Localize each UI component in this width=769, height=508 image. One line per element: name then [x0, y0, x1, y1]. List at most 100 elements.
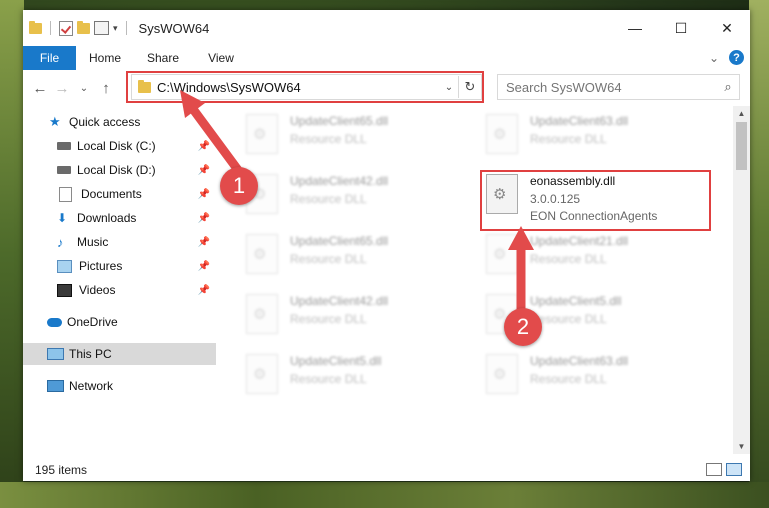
file-item[interactable]: UpdateClient21.dll Resource DLL [486, 232, 706, 282]
disk-icon [57, 166, 71, 174]
dll-file-icon [486, 354, 518, 394]
file-item[interactable]: UpdateClient65.dll Resource DLL [246, 232, 466, 282]
status-bar: 195 items [23, 458, 750, 481]
file-description: Resource DLL [290, 192, 367, 206]
tab-file[interactable]: File [23, 46, 76, 70]
computer-icon [47, 348, 64, 360]
file-description: Resource DLL [290, 372, 367, 386]
sidebar-item-quick-access[interactable]: ★ Quick access [49, 111, 216, 133]
file-name: UpdateClient63.dll [530, 114, 629, 128]
customize-icon[interactable] [94, 21, 109, 35]
tab-view[interactable]: View [192, 51, 250, 65]
pictures-icon [57, 259, 72, 273]
desktop-background-bottom [0, 482, 769, 508]
pin-icon[interactable]: 📌 [198, 237, 210, 248]
sidebar-item-label: Downloads [77, 211, 137, 225]
sidebar-item-pictures[interactable]: Pictures 📌 [57, 255, 216, 277]
sidebar-item-network[interactable]: Network [47, 375, 216, 397]
search-box[interactable]: ⌕ [497, 74, 740, 100]
document-icon [59, 186, 72, 202]
pin-icon[interactable]: 📌 [198, 261, 210, 272]
pin-icon[interactable]: 📌 [198, 189, 210, 200]
sidebar-item-label: Music [77, 235, 109, 249]
minimize-button[interactable]: — [612, 10, 658, 46]
search-input[interactable] [504, 78, 717, 96]
sidebar-item-downloads[interactable]: ⬇ Downloads 📌 [57, 207, 216, 229]
file-item[interactable]: UpdateClient42.dll Resource DLL [246, 292, 466, 342]
divider [50, 21, 51, 35]
close-button[interactable]: ✕ [704, 10, 750, 46]
toolbar-dropdown-icon[interactable]: ▾ [113, 23, 118, 34]
file-description: Resource DLL [530, 252, 607, 266]
pin-icon[interactable]: 📌 [198, 165, 210, 176]
videos-icon [57, 283, 72, 297]
quick-access-toolbar: ▾ SysWOW64 [29, 20, 210, 36]
scroll-up-icon[interactable]: ▲ [733, 109, 750, 118]
search-icon[interactable]: ⌕ [717, 79, 739, 95]
recent-locations-button[interactable]: ⌄ [73, 83, 95, 94]
sidebar-item-label: Documents [81, 187, 142, 201]
pin-icon[interactable]: 📌 [198, 285, 210, 296]
download-icon: ⬇ [57, 211, 68, 225]
file-list: UpdateClient65.dll Resource DLL UpdateCl… [216, 106, 733, 454]
sidebar-item-documents[interactable]: Documents 📌 [59, 183, 216, 205]
disk-icon [57, 142, 71, 150]
pin-icon[interactable]: 📌 [198, 213, 210, 224]
tab-home[interactable]: Home [76, 51, 134, 65]
navigation-pane: ★ Quick access Local Disk (C:) 📌 Local D… [23, 106, 216, 454]
file-name: UpdateClient42.dll [290, 294, 389, 308]
cloud-icon [47, 317, 62, 327]
dll-file-icon [246, 234, 278, 274]
folder-icon[interactable] [29, 20, 42, 34]
help-icon[interactable]: ? [729, 50, 744, 65]
window-controls: — ☐ ✕ [612, 10, 750, 46]
sidebar-item-this-pc[interactable]: This PC [23, 343, 216, 365]
up-button[interactable]: ↑ [95, 80, 117, 97]
details-view-icon[interactable] [706, 463, 722, 476]
tab-share[interactable]: Share [134, 51, 192, 65]
file-item[interactable]: UpdateClient42.dll Resource DLL [246, 172, 466, 222]
sidebar-item-local-disk-d[interactable]: Local Disk (D:) 📌 [57, 159, 216, 181]
star-icon: ★ [49, 114, 61, 129]
title-bar: ▾ SysWOW64 — ☐ ✕ [23, 10, 750, 46]
view-switcher [706, 463, 742, 476]
sidebar-item-music[interactable]: ♪ Music 📌 [57, 231, 216, 253]
sidebar-item-label: Local Disk (C:) [77, 139, 156, 153]
sidebar-item-label: Network [69, 379, 114, 393]
file-name: UpdateClient5.dll [530, 294, 622, 308]
file-name: UpdateClient65.dll [290, 234, 389, 248]
file-description: Resource DLL [290, 132, 367, 146]
file-item[interactable]: UpdateClient63.dll Resource DLL [486, 112, 706, 162]
step-badge-2: 2 [504, 308, 542, 346]
desktop-background-right [749, 0, 769, 508]
scrollbar-thumb[interactable] [736, 122, 747, 170]
back-button[interactable]: ← [29, 80, 51, 97]
file-highlight-box [480, 170, 711, 231]
sidebar-item-local-disk-c[interactable]: Local Disk (C:) 📌 [57, 135, 216, 157]
new-folder-icon[interactable] [77, 20, 90, 34]
expand-ribbon-icon[interactable]: ⌄ [709, 51, 719, 65]
forward-button[interactable]: → [51, 80, 73, 97]
vertical-scrollbar[interactable]: ▲ ▼ [733, 106, 750, 454]
file-item[interactable]: UpdateClient65.dll Resource DLL [246, 112, 466, 162]
sidebar-item-videos[interactable]: Videos 📌 [57, 279, 216, 301]
window-title: SysWOW64 [138, 20, 210, 36]
file-item[interactable]: UpdateClient63.dll Resource DLL [486, 352, 706, 402]
file-name: UpdateClient42.dll [290, 174, 389, 188]
large-icons-view-icon[interactable] [726, 463, 742, 476]
file-name: UpdateClient65.dll [290, 114, 389, 128]
network-icon [47, 380, 64, 392]
sidebar-item-label: OneDrive [67, 315, 118, 329]
desktop-background-left [0, 0, 24, 508]
file-description: Resource DLL [290, 252, 367, 266]
ribbon-right: ⌄ ? [709, 50, 744, 65]
scroll-down-icon[interactable]: ▼ [733, 442, 750, 451]
ribbon-tabs: File Home Share View ⌄ ? [23, 46, 750, 70]
pin-icon[interactable]: 📌 [198, 141, 210, 152]
sidebar-item-onedrive[interactable]: OneDrive [47, 311, 216, 333]
properties-check-icon[interactable] [59, 20, 73, 36]
sidebar-item-label: This PC [69, 347, 112, 361]
sidebar-item-label: Quick access [69, 115, 141, 129]
file-item[interactable]: UpdateClient5.dll Resource DLL [246, 352, 466, 402]
maximize-button[interactable]: ☐ [658, 10, 704, 46]
